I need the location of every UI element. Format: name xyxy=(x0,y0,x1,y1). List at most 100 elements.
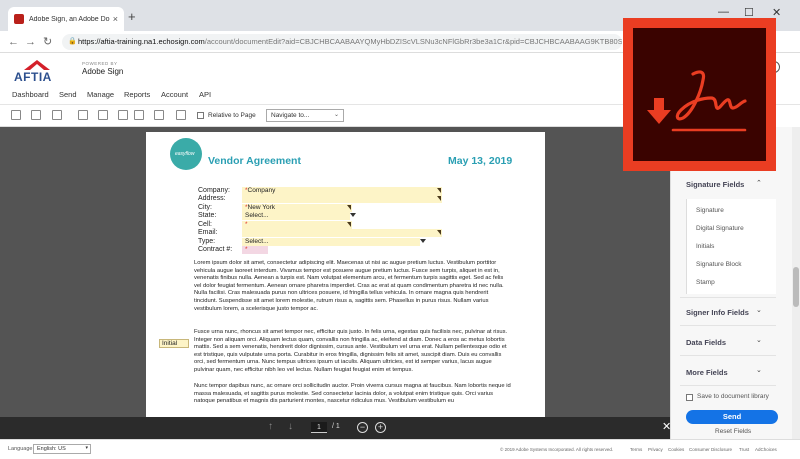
address-label: Address: xyxy=(198,195,226,202)
relative-to-page-checkbox[interactable] xyxy=(197,112,204,119)
match-size-icon[interactable] xyxy=(176,110,186,120)
zoom-out-icon[interactable]: − xyxy=(357,422,368,433)
field-handle-icon xyxy=(347,205,351,210)
chevron-down-icon: ⌄ xyxy=(333,112,339,118)
new-tab-button[interactable]: + xyxy=(128,10,136,24)
align-center-icon[interactable] xyxy=(31,110,41,120)
signature-fields-header[interactable]: Signature Fields xyxy=(686,180,744,189)
distribute-horizontal-icon[interactable] xyxy=(134,110,144,120)
page-number-input[interactable]: 1 xyxy=(311,422,327,433)
copyright: © 2019 Adobe Systems Incorporated. All r… xyxy=(500,447,614,452)
url-path: /account/documentEdit?aid=CBJCHBCAABAAYQ… xyxy=(204,37,622,46)
more-fields-header[interactable]: More Fields xyxy=(686,368,728,377)
address-field[interactable] xyxy=(242,195,442,203)
forward-icon[interactable]: → xyxy=(25,35,36,49)
nav-account[interactable]: Account xyxy=(161,90,188,99)
align-left-icon[interactable] xyxy=(11,110,21,120)
easyflow-logo: easyflow xyxy=(170,138,202,170)
align-bottom-icon[interactable] xyxy=(118,110,128,120)
city-field[interactable]: *New York xyxy=(242,204,352,212)
company-field[interactable]: *Company xyxy=(242,187,442,195)
previous-page-icon[interactable]: ↑ xyxy=(268,421,273,432)
divider xyxy=(680,355,776,356)
save-to-library-label: Save to document library xyxy=(697,393,769,400)
nav-api[interactable]: API xyxy=(199,90,211,99)
navigate-to-value: Navigate to... xyxy=(271,112,310,119)
align-top-icon[interactable] xyxy=(78,110,88,120)
state-label: State: xyxy=(198,212,217,219)
field-handle-icon xyxy=(437,196,441,201)
divider xyxy=(680,385,776,386)
type-select-value: Select... xyxy=(245,238,269,245)
footer-link-adchoices[interactable]: AdChoices xyxy=(755,447,777,452)
authoring-toolbar: Relative to Page Navigate to... ⌄ xyxy=(0,105,670,127)
field-stamp[interactable]: Stamp xyxy=(696,279,715,286)
product-name: Adobe Sign xyxy=(82,67,124,76)
footer-link-trust[interactable]: Trust xyxy=(739,447,749,452)
adobe-sign-favicon-icon xyxy=(14,14,24,24)
zoom-in-icon[interactable]: + xyxy=(375,422,386,433)
scrollbar-thumb[interactable] xyxy=(793,267,799,307)
data-fields-header[interactable]: Data Fields xyxy=(686,338,726,347)
back-icon[interactable]: ← xyxy=(8,35,19,49)
language-select[interactable]: English: US ▾ xyxy=(33,444,91,454)
navigate-to-select[interactable]: Navigate to... ⌄ xyxy=(266,109,344,122)
contract-number-field[interactable]: * xyxy=(242,246,268,254)
next-page-icon[interactable]: ↓ xyxy=(288,421,293,432)
city-field-value: New York xyxy=(247,204,275,211)
page-total: / 1 xyxy=(332,423,340,430)
field-initials[interactable]: Initials xyxy=(696,243,714,250)
field-signature-block[interactable]: Signature Block xyxy=(696,261,742,268)
aftia-logo[interactable]: AFTIA xyxy=(12,59,64,84)
reset-fields-link[interactable]: Reset Fields xyxy=(715,428,751,435)
field-digital-signature[interactable]: Digital Signature xyxy=(696,225,744,232)
logo-text: AFTIA xyxy=(14,70,52,84)
signer-info-fields-header[interactable]: Signer Info Fields xyxy=(686,308,749,317)
body-paragraph-2: Fusce urna nunc, rhoncus sit amet tempor… xyxy=(194,329,508,373)
nav-send[interactable]: Send xyxy=(59,90,77,99)
footer-link-cookies[interactable]: Cookies xyxy=(668,447,684,452)
adobe-sign-logo-inner xyxy=(633,28,766,161)
align-right-icon[interactable] xyxy=(52,110,62,120)
close-tab-icon[interactable]: × xyxy=(113,14,118,24)
dropdown-arrow-icon xyxy=(420,239,426,243)
panel-scrollbar[interactable] xyxy=(792,127,800,439)
nav-dashboard[interactable]: Dashboard xyxy=(12,90,49,99)
align-middle-icon[interactable] xyxy=(98,110,108,120)
nav-reports[interactable]: Reports xyxy=(124,90,150,99)
chevron-down-icon[interactable]: ⌄ xyxy=(756,306,762,314)
chevron-down-icon: ▾ xyxy=(85,445,88,451)
distribute-vertical-icon[interactable] xyxy=(154,110,164,120)
url-field[interactable]: 🔒 https://aftia-training.na1.echosign.co… xyxy=(62,34,622,50)
footer-link-terms[interactable]: Terms xyxy=(630,447,642,452)
divider xyxy=(680,297,776,298)
document-date: May 13, 2019 xyxy=(448,155,513,167)
browser-tab[interactable]: Adobe Sign, an Adobe Documen × xyxy=(8,7,124,31)
city-label: City: xyxy=(198,204,212,211)
state-select[interactable]: Select... xyxy=(242,212,356,220)
lock-icon: 🔒 xyxy=(68,38,77,45)
reload-icon[interactable]: ↻ xyxy=(43,35,52,49)
chevron-down-icon[interactable]: ⌄ xyxy=(756,336,762,344)
relative-to-page-label: Relative to Page xyxy=(208,112,256,119)
send-button[interactable]: Send xyxy=(686,410,778,424)
type-select[interactable]: Select... xyxy=(242,238,426,246)
easyflow-logo-text: easyflow xyxy=(175,151,195,157)
email-field[interactable] xyxy=(242,229,442,237)
language-value: English: US xyxy=(37,446,66,452)
nav-manage[interactable]: Manage xyxy=(87,90,114,99)
powered-by-label: POWERED BY xyxy=(82,61,118,66)
cell-field[interactable]: * xyxy=(242,221,352,229)
minimize-icon[interactable]: — xyxy=(718,6,729,18)
page-footer: Language English: US ▾ © 2019 Adobe Syst… xyxy=(0,439,800,459)
footer-link-consumer-disclosure[interactable]: Consumer Disclosure xyxy=(689,447,732,452)
initial-field[interactable]: Initial xyxy=(159,339,189,348)
document-viewer: easyflow Vendor Agreement May 13, 2019 C… xyxy=(0,127,670,417)
chevron-up-icon[interactable]: ⌃ xyxy=(756,179,762,187)
footer-link-privacy[interactable]: Privacy xyxy=(648,447,663,452)
chevron-down-icon[interactable]: ⌄ xyxy=(756,366,762,374)
company-field-value: Company xyxy=(247,187,276,194)
adobe-sign-logo xyxy=(623,18,776,171)
field-signature[interactable]: Signature xyxy=(696,207,724,214)
save-to-library-checkbox[interactable] xyxy=(686,394,693,401)
